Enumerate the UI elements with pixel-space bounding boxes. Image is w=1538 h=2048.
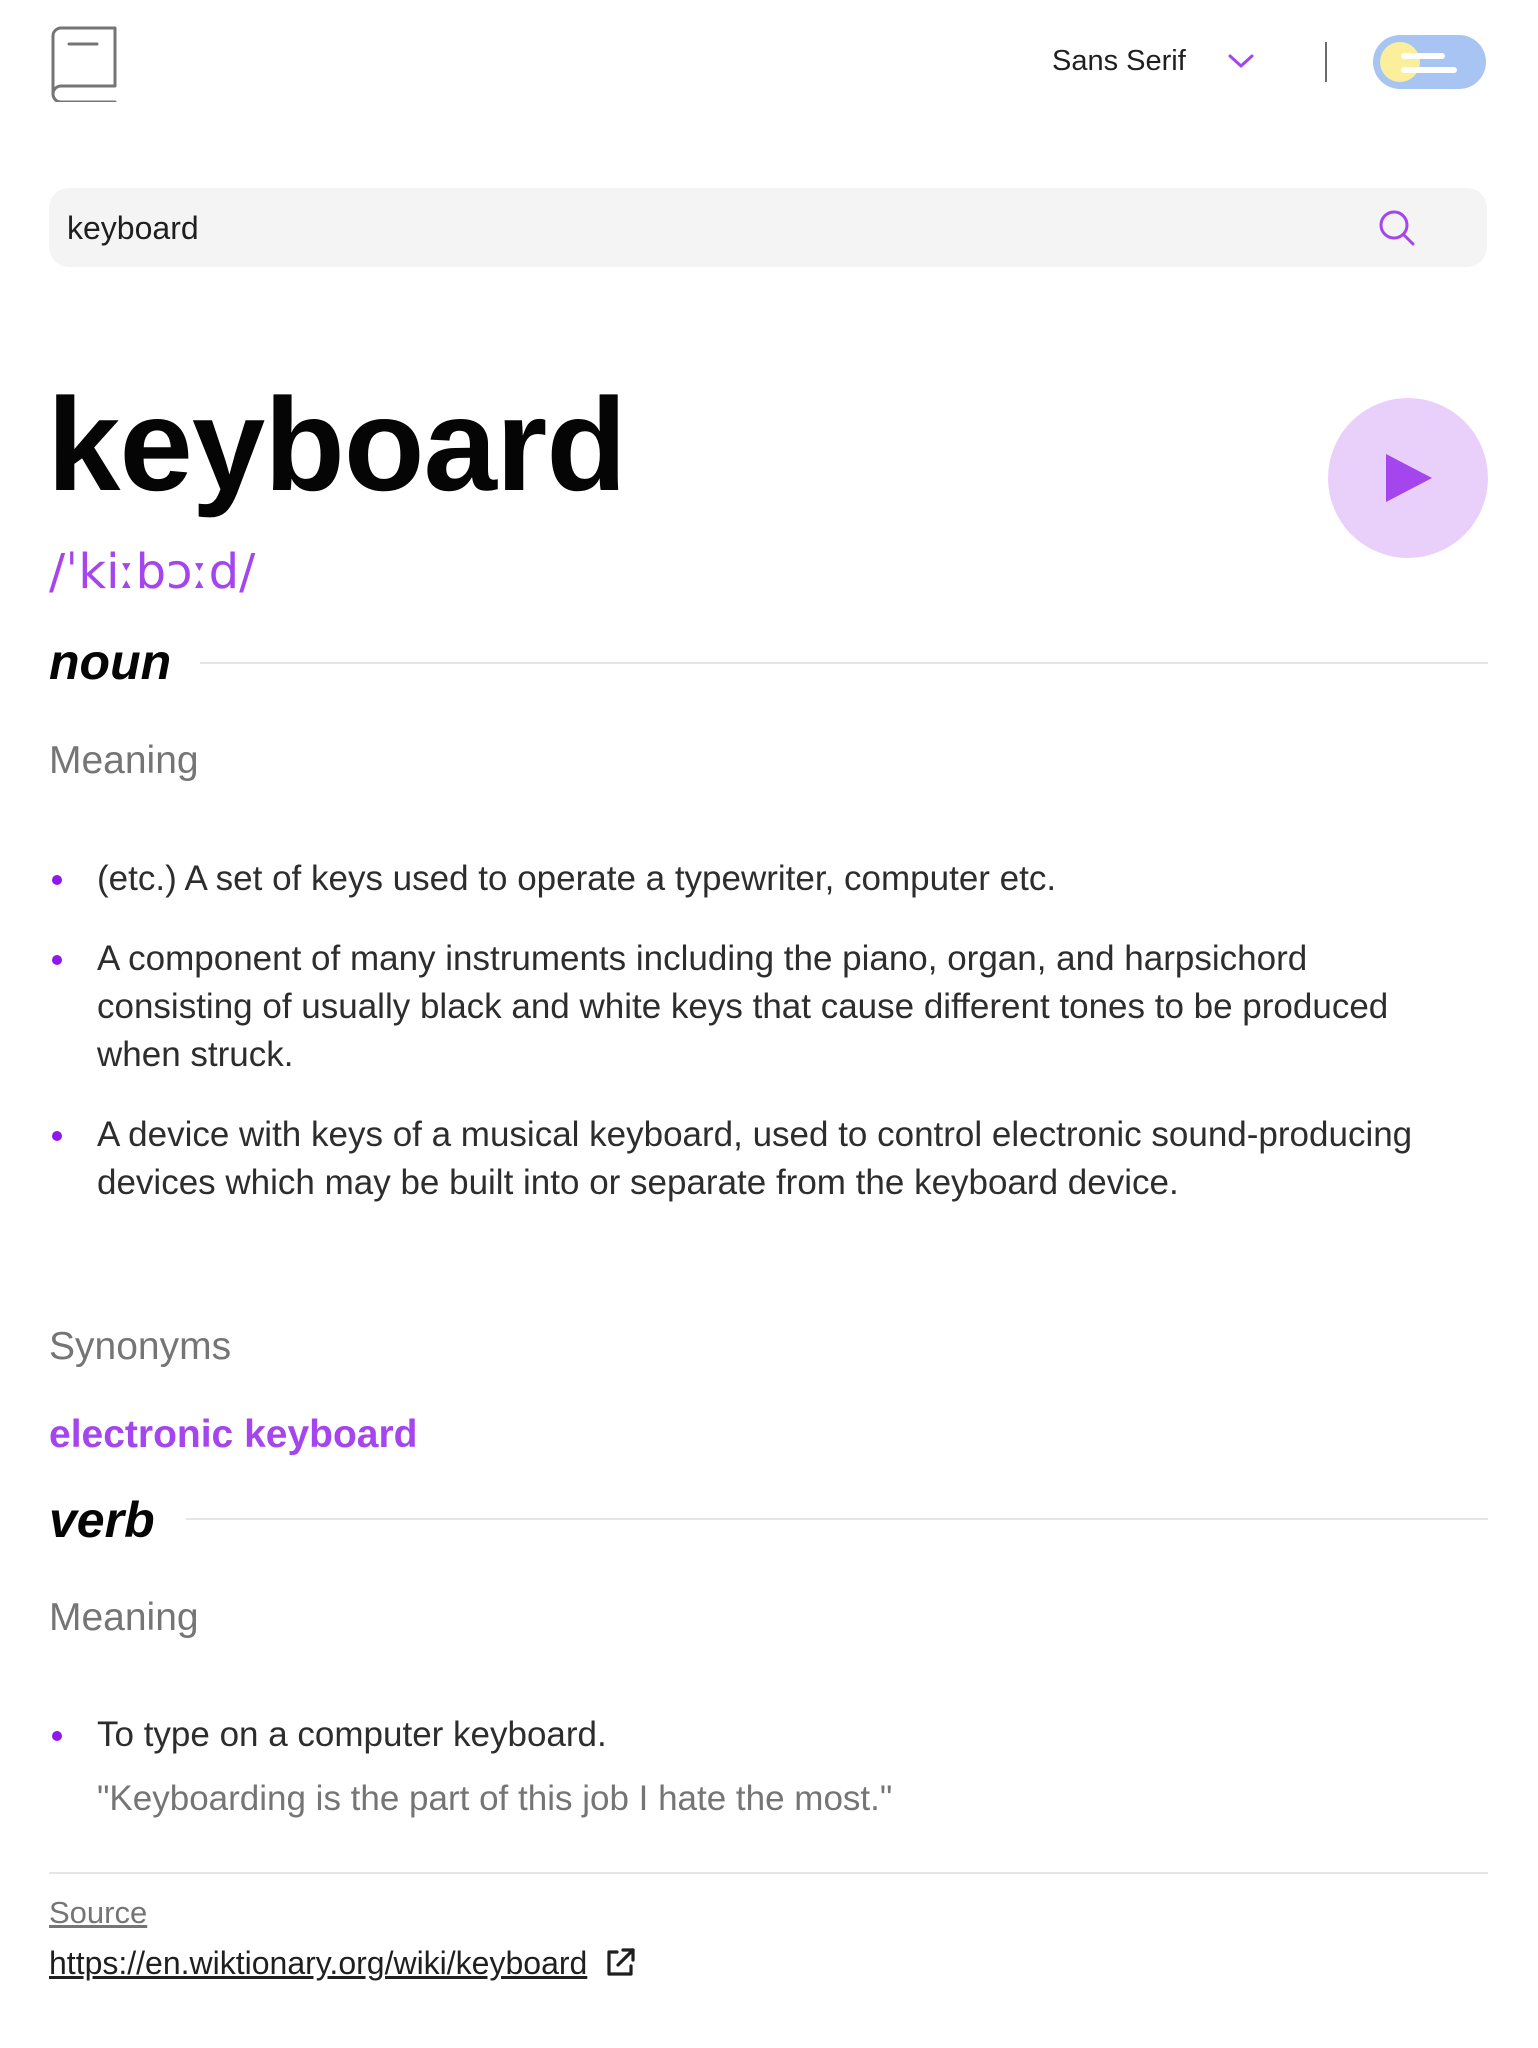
bullet [52,1131,62,1141]
part-of-speech: noun [49,634,172,690]
synonyms-label: Synonyms [49,1325,232,1368]
section-divider [186,1518,1488,1520]
definition-list: (etc.) A set of keys used to operate a t… [49,855,1449,1207]
definition-item: (etc.) A set of keys used to operate a t… [49,855,1449,903]
definition-text: (etc.) A set of keys used to operate a t… [97,859,1057,898]
source-link[interactable]: https://en.wiktionary.org/wiki/keyboard [49,1943,637,1983]
play-icon [1386,454,1432,502]
header-divider [1325,42,1327,82]
definition-item: To type on a computer keyboard. "Keyboar… [49,1711,1449,1823]
definition-item: A component of many instruments includin… [49,935,1449,1079]
synonym-link[interactable]: electronic keyboard [49,1410,417,1460]
external-link-icon [607,1948,635,1976]
font-selector-label: Sans Serif [1052,44,1186,77]
definition-item: A device with keys of a musical keyboard… [49,1111,1449,1207]
toggle-line-top [1401,53,1445,59]
font-selector[interactable]: Sans Serif [1052,36,1254,86]
source-url: https://en.wiktionary.org/wiki/keyboard [49,1945,588,1981]
bullet [52,875,62,885]
book-icon[interactable] [47,22,119,102]
definition-text: A component of many instruments includin… [97,939,1389,1074]
phonetic: /ˈkiːbɔːd/ [49,544,256,600]
search-icon[interactable] [1377,208,1417,248]
chevron-down-icon [1228,54,1254,68]
definition-text: To type on a computer keyboard. [97,1715,607,1754]
meaning-label: Meaning [49,739,199,782]
definition-text: A device with keys of a musical keyboard… [97,1115,1413,1202]
part-of-speech: verb [49,1492,155,1548]
toggle-line-bottom [1401,67,1457,73]
toggle-knob [1380,42,1420,82]
bullet [52,955,62,965]
play-button[interactable] [1328,398,1488,558]
word-title: keyboard [47,371,627,518]
dictionary-page: Sans Serif keyboard /ˈkiːbɔːd/ noun Mean… [0,0,1538,2048]
source-label: Source [49,1895,148,1930]
footer-divider [49,1872,1488,1874]
section-divider [200,662,1488,664]
bullet [52,1731,62,1741]
search-input[interactable] [65,188,1369,269]
meaning-label: Meaning [49,1596,199,1639]
definition-example: "Keyboarding is the part of this job I h… [97,1779,893,1818]
search-bar [49,188,1487,269]
theme-toggle[interactable] [1373,35,1486,89]
definition-list: To type on a computer keyboard. "Keyboar… [49,1711,1449,1823]
